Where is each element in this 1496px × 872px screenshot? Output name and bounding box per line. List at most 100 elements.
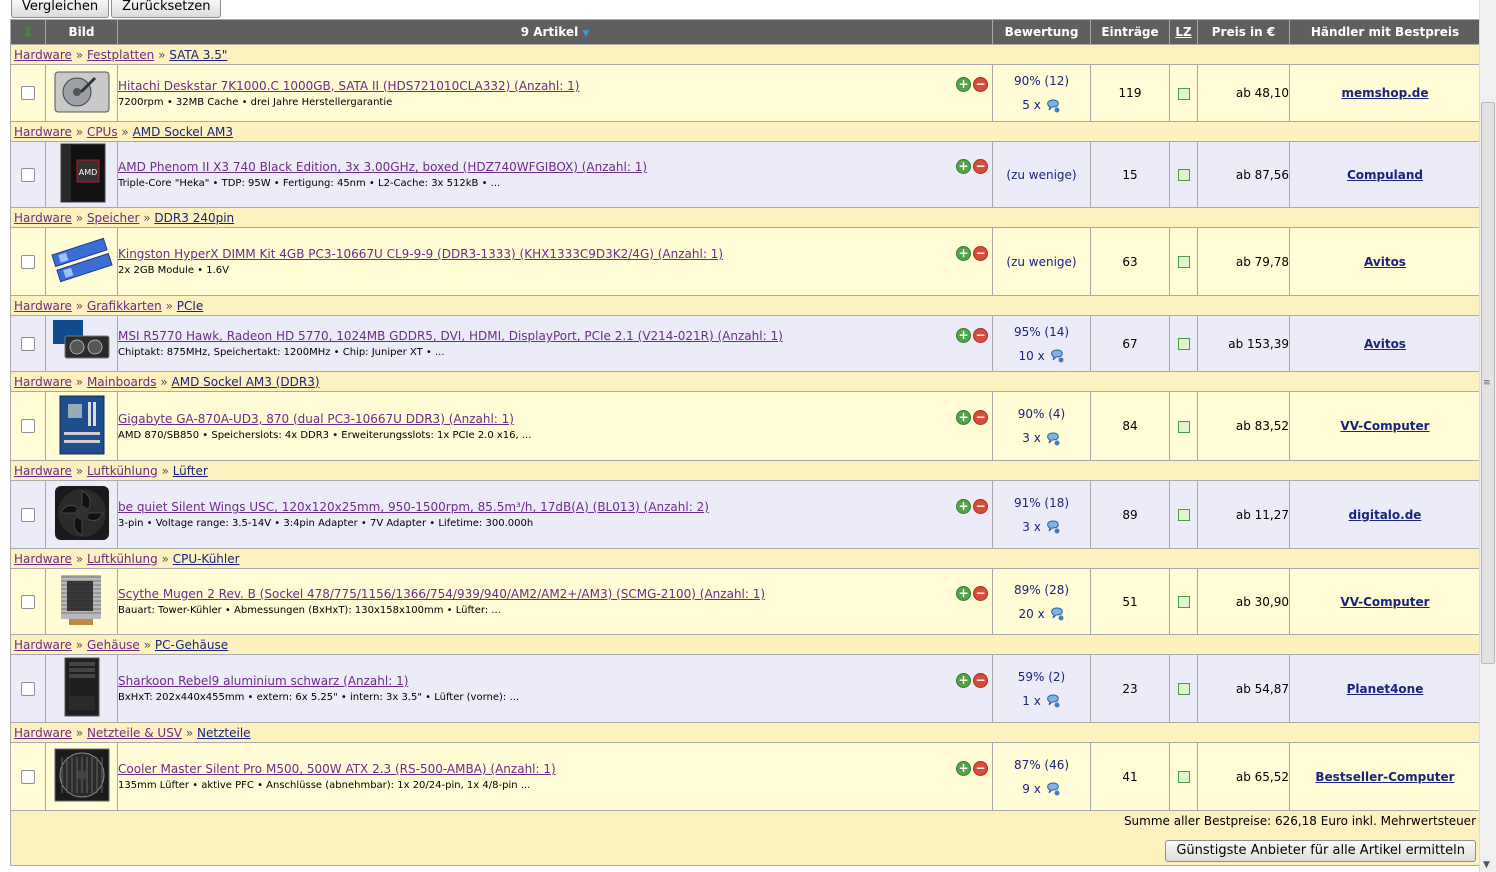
plus-icon[interactable]: +: [956, 327, 971, 343]
rating-value[interactable]: 91% (18): [994, 491, 1090, 515]
hard-drive-icon[interactable]: [51, 66, 113, 121]
comment-icon[interactable]: [1045, 98, 1061, 112]
breadcrumb-link[interactable]: DDR3 240pin: [154, 211, 234, 225]
breadcrumb-link[interactable]: SATA 3.5": [169, 48, 227, 62]
scroll-down-icon[interactable]: ▼: [1483, 860, 1490, 870]
vertical-scrollbar[interactable]: ≡ ▼: [1479, 0, 1496, 872]
article-count[interactable]: 9 Artikel: [521, 25, 579, 39]
plus-icon[interactable]: +: [956, 585, 971, 601]
rating-value[interactable]: 87% (46): [994, 753, 1090, 777]
dropdown-arrow-icon[interactable]: ▼: [582, 29, 589, 39]
row-checkbox[interactable]: [21, 594, 35, 609]
product-image[interactable]: [45, 227, 118, 296]
minus-icon[interactable]: −: [973, 327, 988, 343]
rating-value[interactable]: 89% (28): [994, 578, 1090, 602]
breadcrumb-link[interactable]: Hardware: [14, 726, 72, 740]
rating-value[interactable]: 90% (4): [994, 402, 1090, 426]
power-supply-icon[interactable]: [51, 745, 113, 808]
breadcrumb-link[interactable]: Gehäuse: [87, 638, 140, 652]
dealer-link[interactable]: VV-Computer: [1340, 595, 1429, 609]
comment-icon[interactable]: [1045, 694, 1061, 708]
cpu-cooler-icon[interactable]: [51, 570, 113, 634]
row-checkbox[interactable]: [21, 681, 35, 696]
plus-icon[interactable]: +: [956, 158, 971, 174]
breadcrumb-link[interactable]: PC-Gehäuse: [155, 638, 228, 652]
breadcrumb-link[interactable]: Mainboards: [87, 375, 157, 389]
minus-icon[interactable]: −: [973, 245, 988, 261]
comment-icon[interactable]: [1045, 782, 1061, 796]
row-checkbox[interactable]: [21, 86, 35, 101]
product-title-link[interactable]: Sharkoon Rebel9 aluminium schwarz (Anzah…: [119, 674, 992, 688]
breadcrumb-link[interactable]: Festplatten: [87, 48, 154, 62]
breadcrumb-link[interactable]: Hardware: [14, 211, 72, 225]
plus-icon[interactable]: +: [956, 760, 971, 776]
fan-icon[interactable]: [51, 482, 113, 547]
pc-case-icon[interactable]: [51, 656, 113, 721]
comment-count[interactable]: 5 x: [994, 93, 1090, 117]
minus-icon[interactable]: −: [973, 498, 988, 514]
sort-column-header[interactable]: ⇓: [10, 19, 46, 45]
product-image[interactable]: AMD: [45, 141, 118, 208]
breadcrumb-link[interactable]: Hardware: [14, 375, 72, 389]
row-checkbox[interactable]: [21, 167, 35, 182]
comment-icon[interactable]: [1045, 520, 1061, 534]
lz-column-header[interactable]: LZ: [1169, 19, 1198, 45]
breadcrumb-link[interactable]: AMD Sockel AM3 (DDR3): [172, 375, 320, 389]
product-image[interactable]: [45, 654, 118, 723]
comment-count[interactable]: 3 x: [994, 515, 1090, 539]
breadcrumb-link[interactable]: Hardware: [14, 299, 72, 313]
minus-icon[interactable]: −: [973, 585, 988, 601]
dealer-link[interactable]: memshop.de: [1342, 86, 1429, 100]
product-image[interactable]: [45, 391, 118, 461]
product-image[interactable]: [45, 568, 118, 635]
dealer-link[interactable]: Bestseller-Computer: [1315, 770, 1454, 784]
comment-count[interactable]: 1 x: [994, 689, 1090, 713]
compare-button[interactable]: Vergleichen: [11, 0, 110, 18]
comment-count[interactable]: 10 x: [994, 344, 1090, 368]
comment-icon[interactable]: [1049, 607, 1065, 621]
dealer-link[interactable]: digitalo.de: [1349, 508, 1422, 522]
breadcrumb-link[interactable]: CPU-Kühler: [173, 552, 240, 566]
breadcrumb-link[interactable]: Hardware: [14, 638, 72, 652]
minus-icon[interactable]: −: [973, 672, 988, 688]
product-title-link[interactable]: AMD Phenom II X3 740 Black Edition, 3x 3…: [119, 160, 992, 174]
count-column-header[interactable]: 9 Artikel ▼: [117, 19, 993, 45]
comment-count[interactable]: 20 x: [994, 602, 1090, 626]
breadcrumb-link[interactable]: Luftkühlung: [87, 552, 158, 566]
product-title-link[interactable]: MSI R5770 Hawk, Radeon HD 5770, 1024MB G…: [119, 329, 992, 343]
mainboard-icon[interactable]: [51, 394, 113, 459]
row-checkbox[interactable]: [21, 254, 35, 269]
row-checkbox[interactable]: [21, 769, 35, 784]
reset-button[interactable]: Zurücksetzen: [111, 0, 222, 18]
ram-icon[interactable]: [50, 232, 113, 291]
plus-icon[interactable]: +: [956, 245, 971, 261]
breadcrumb-link[interactable]: Grafikkarten: [87, 299, 162, 313]
rating-value[interactable]: 95% (14): [994, 320, 1090, 344]
product-title-link[interactable]: Scythe Mugen 2 Rev. B (Sockel 478/775/11…: [119, 587, 992, 601]
breadcrumb-link[interactable]: AMD Sockel AM3: [133, 125, 233, 139]
find-cheapest-button[interactable]: Günstigste Anbieter für alle Artikel erm…: [1165, 840, 1476, 862]
row-checkbox[interactable]: [21, 507, 35, 522]
comment-icon[interactable]: [1049, 349, 1065, 363]
breadcrumb-link[interactable]: Luftkühlung: [87, 464, 158, 478]
dealer-link[interactable]: Compuland: [1347, 168, 1423, 182]
dealer-link[interactable]: Avitos: [1364, 337, 1406, 351]
breadcrumb-link[interactable]: Hardware: [14, 125, 72, 139]
product-image[interactable]: [45, 480, 118, 549]
breadcrumb-link[interactable]: Lüfter: [173, 464, 208, 478]
breadcrumb-link[interactable]: Hardware: [14, 552, 72, 566]
breadcrumb-link[interactable]: Hardware: [14, 48, 72, 62]
breadcrumb-link[interactable]: Hardware: [14, 464, 72, 478]
rating-value[interactable]: (zu wenige): [994, 163, 1090, 187]
minus-icon[interactable]: −: [973, 158, 988, 174]
arrow-down-icon[interactable]: ⇓: [22, 23, 35, 41]
breadcrumb-link[interactable]: CPUs: [87, 125, 118, 139]
plus-icon[interactable]: +: [956, 410, 971, 425]
product-title-link[interactable]: Cooler Master Silent Pro M500, 500W ATX …: [119, 762, 992, 776]
row-checkbox[interactable]: [21, 419, 35, 434]
rating-value[interactable]: 59% (2): [994, 665, 1090, 689]
plus-icon[interactable]: +: [956, 672, 971, 688]
product-title-link[interactable]: Gigabyte GA-870A-UD3, 870 (dual PC3-1066…: [119, 412, 992, 426]
rating-value[interactable]: (zu wenige): [994, 250, 1090, 274]
product-image[interactable]: [45, 64, 118, 122]
